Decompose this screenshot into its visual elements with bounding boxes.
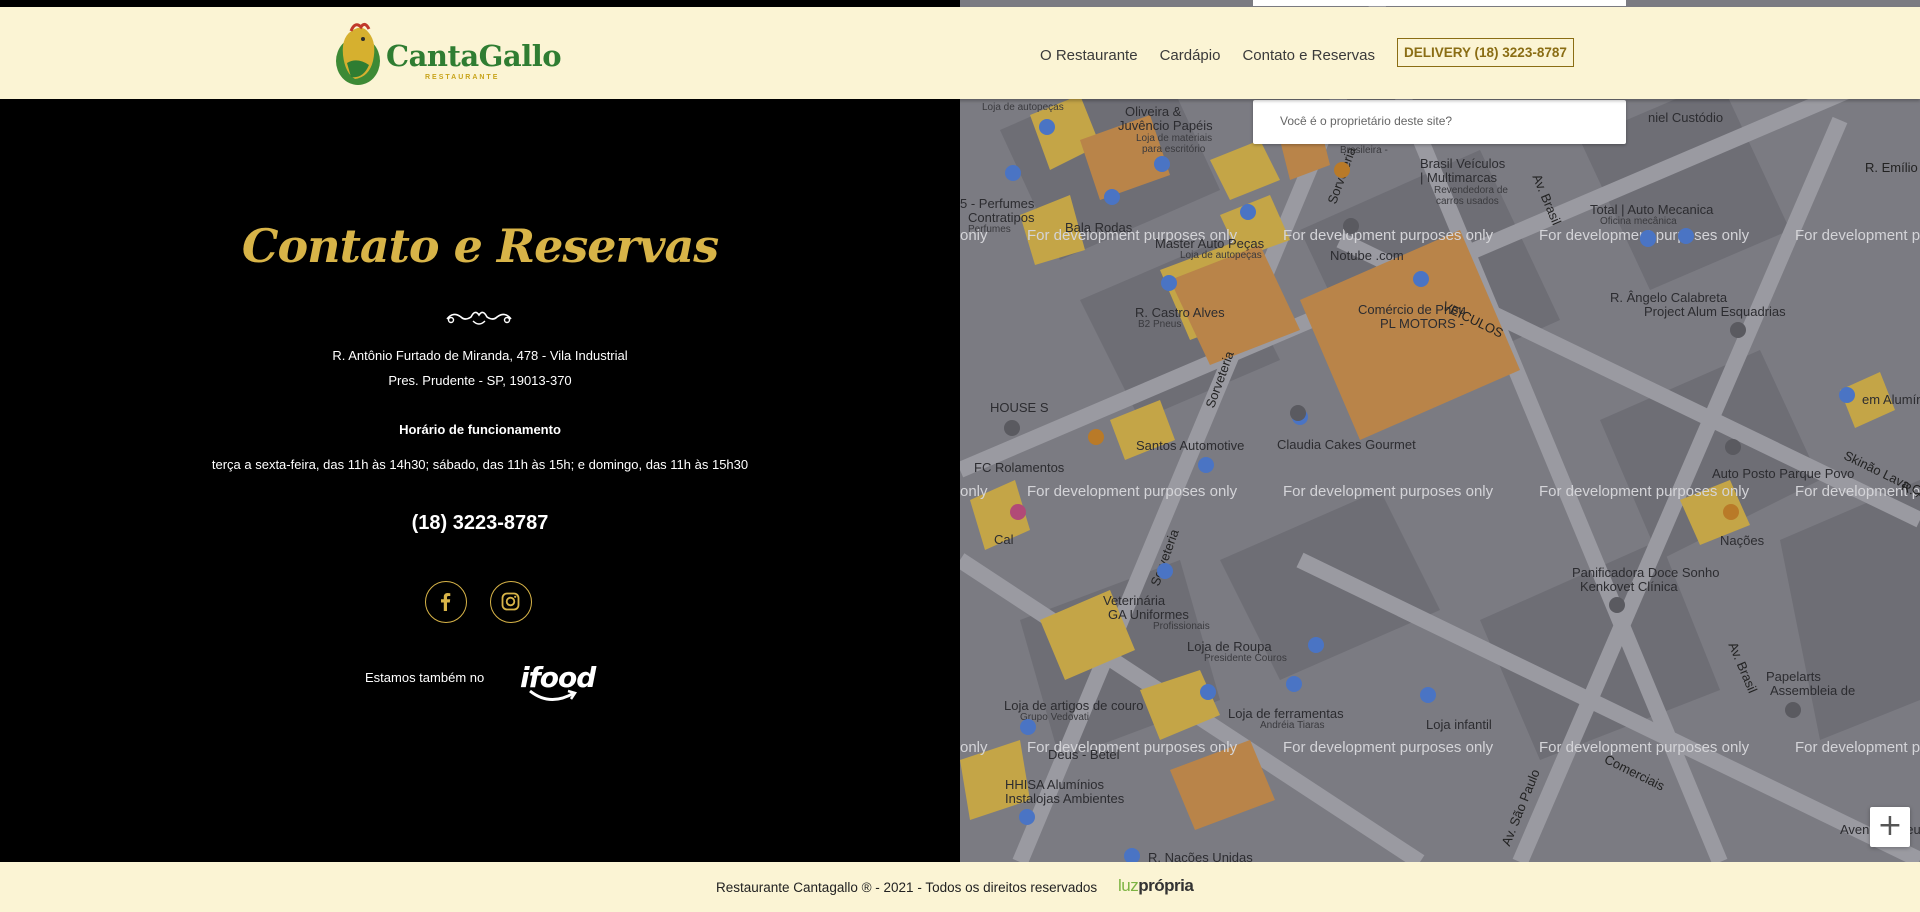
map-pin-icon xyxy=(1678,228,1694,244)
zoom-in-button[interactable]: + xyxy=(1870,807,1910,847)
logo-text: CantaGallo xyxy=(386,39,562,73)
map-pin-icon xyxy=(1154,156,1170,172)
nav-item-cardapio[interactable]: Cardápio xyxy=(1160,47,1221,64)
facebook-button[interactable] xyxy=(425,581,467,623)
ifood-smile-icon xyxy=(529,689,577,701)
map-pin-icon xyxy=(1088,429,1104,445)
map-pin-icon xyxy=(1161,275,1177,291)
map-pin-icon xyxy=(1334,162,1350,178)
copyright-text: Restaurante Cantagallo ® - 2021 - Todos … xyxy=(716,880,1098,895)
logo-subtitle: RESTAURANTE xyxy=(425,74,500,81)
luzpropria-logo[interactable]: luzprópria xyxy=(1118,876,1194,896)
map-pin-icon xyxy=(1290,405,1306,421)
map-pin-icon xyxy=(1019,809,1035,825)
hours-title: Horário de funcionamento xyxy=(399,422,561,437)
owner-prompt-text: Você é o proprietário deste site? xyxy=(1280,114,1453,128)
map-pin-icon xyxy=(1200,684,1216,700)
address-line-1: R. Antônio Furtado de Miranda, 478 - Vil… xyxy=(332,348,628,363)
map-pin-icon xyxy=(1010,504,1026,520)
main-nav: O Restaurante Cardápio Contato e Reserva… xyxy=(1040,7,1574,99)
delivery-button[interactable]: DELIVERY (18) 3223-8787 xyxy=(1397,37,1574,67)
contact-title: Contato e Reservas xyxy=(241,219,719,273)
map-pin-icon xyxy=(1104,189,1120,205)
map-pin-icon xyxy=(1413,271,1429,287)
address-line-2: Pres. Prudente - SP, 19013-370 xyxy=(388,373,572,388)
owner-prompt-box[interactable]: Você é o proprietário deste site? xyxy=(1253,100,1626,144)
ifood-logo[interactable]: ifood xyxy=(518,659,596,705)
map-pin-icon xyxy=(1730,322,1746,338)
map-pin-icon xyxy=(1157,563,1173,579)
map-pin-icon xyxy=(1609,597,1625,613)
map-pin-icon xyxy=(1725,439,1741,455)
map-pin-icon xyxy=(1004,420,1020,436)
nav-item-restaurante[interactable]: O Restaurante xyxy=(1040,47,1138,64)
rooster-logo-icon xyxy=(336,22,380,85)
map-top-bar xyxy=(1253,0,1626,6)
instagram-button[interactable] xyxy=(490,581,532,623)
facebook-icon xyxy=(441,593,451,611)
hours-text: terça a sexta-feira, das 11h às 14h30; s… xyxy=(211,457,749,472)
map-pin-icon xyxy=(1240,204,1256,220)
map-pin-icon xyxy=(1005,165,1021,181)
map-pin-icon xyxy=(1124,848,1140,862)
map-pin-icon xyxy=(1039,119,1055,135)
logo[interactable]: CantaGallo RESTAURANTE xyxy=(333,21,562,87)
map-pin-icon xyxy=(1723,504,1739,520)
map-pin-icon xyxy=(1640,230,1656,246)
map-pin-icon xyxy=(1308,637,1324,653)
instagram-icon xyxy=(501,592,520,611)
contact-panel: Contato e Reservas R. Antônio Furtado de… xyxy=(0,99,960,862)
map-pin-icon xyxy=(1286,676,1302,692)
phone-number[interactable]: (18) 3223-8787 xyxy=(0,512,960,535)
nav-item-contato[interactable]: Contato e Reservas xyxy=(1242,47,1375,64)
map-pin-icon xyxy=(1420,687,1436,703)
map-pin-icon xyxy=(1839,387,1855,403)
map-embed[interactable]: Você é o proprietário deste site? only F… xyxy=(960,0,1920,862)
propria-text: própria xyxy=(1138,876,1194,895)
luz-text: luz xyxy=(1118,876,1139,895)
map-pin-icon xyxy=(1198,457,1214,473)
map-pin-icon xyxy=(1343,218,1359,234)
ornament-icon xyxy=(446,311,512,325)
also-on-label: Estamos também no xyxy=(365,670,485,685)
site-footer: Restaurante Cantagallo ® - 2021 - Todos … xyxy=(0,862,1920,912)
map-pin-icon xyxy=(1785,702,1801,718)
top-strip xyxy=(0,0,960,7)
map-pin-icon xyxy=(1020,719,1036,735)
site-header: CantaGallo RESTAURANTE O Restaurante Car… xyxy=(0,7,1920,99)
